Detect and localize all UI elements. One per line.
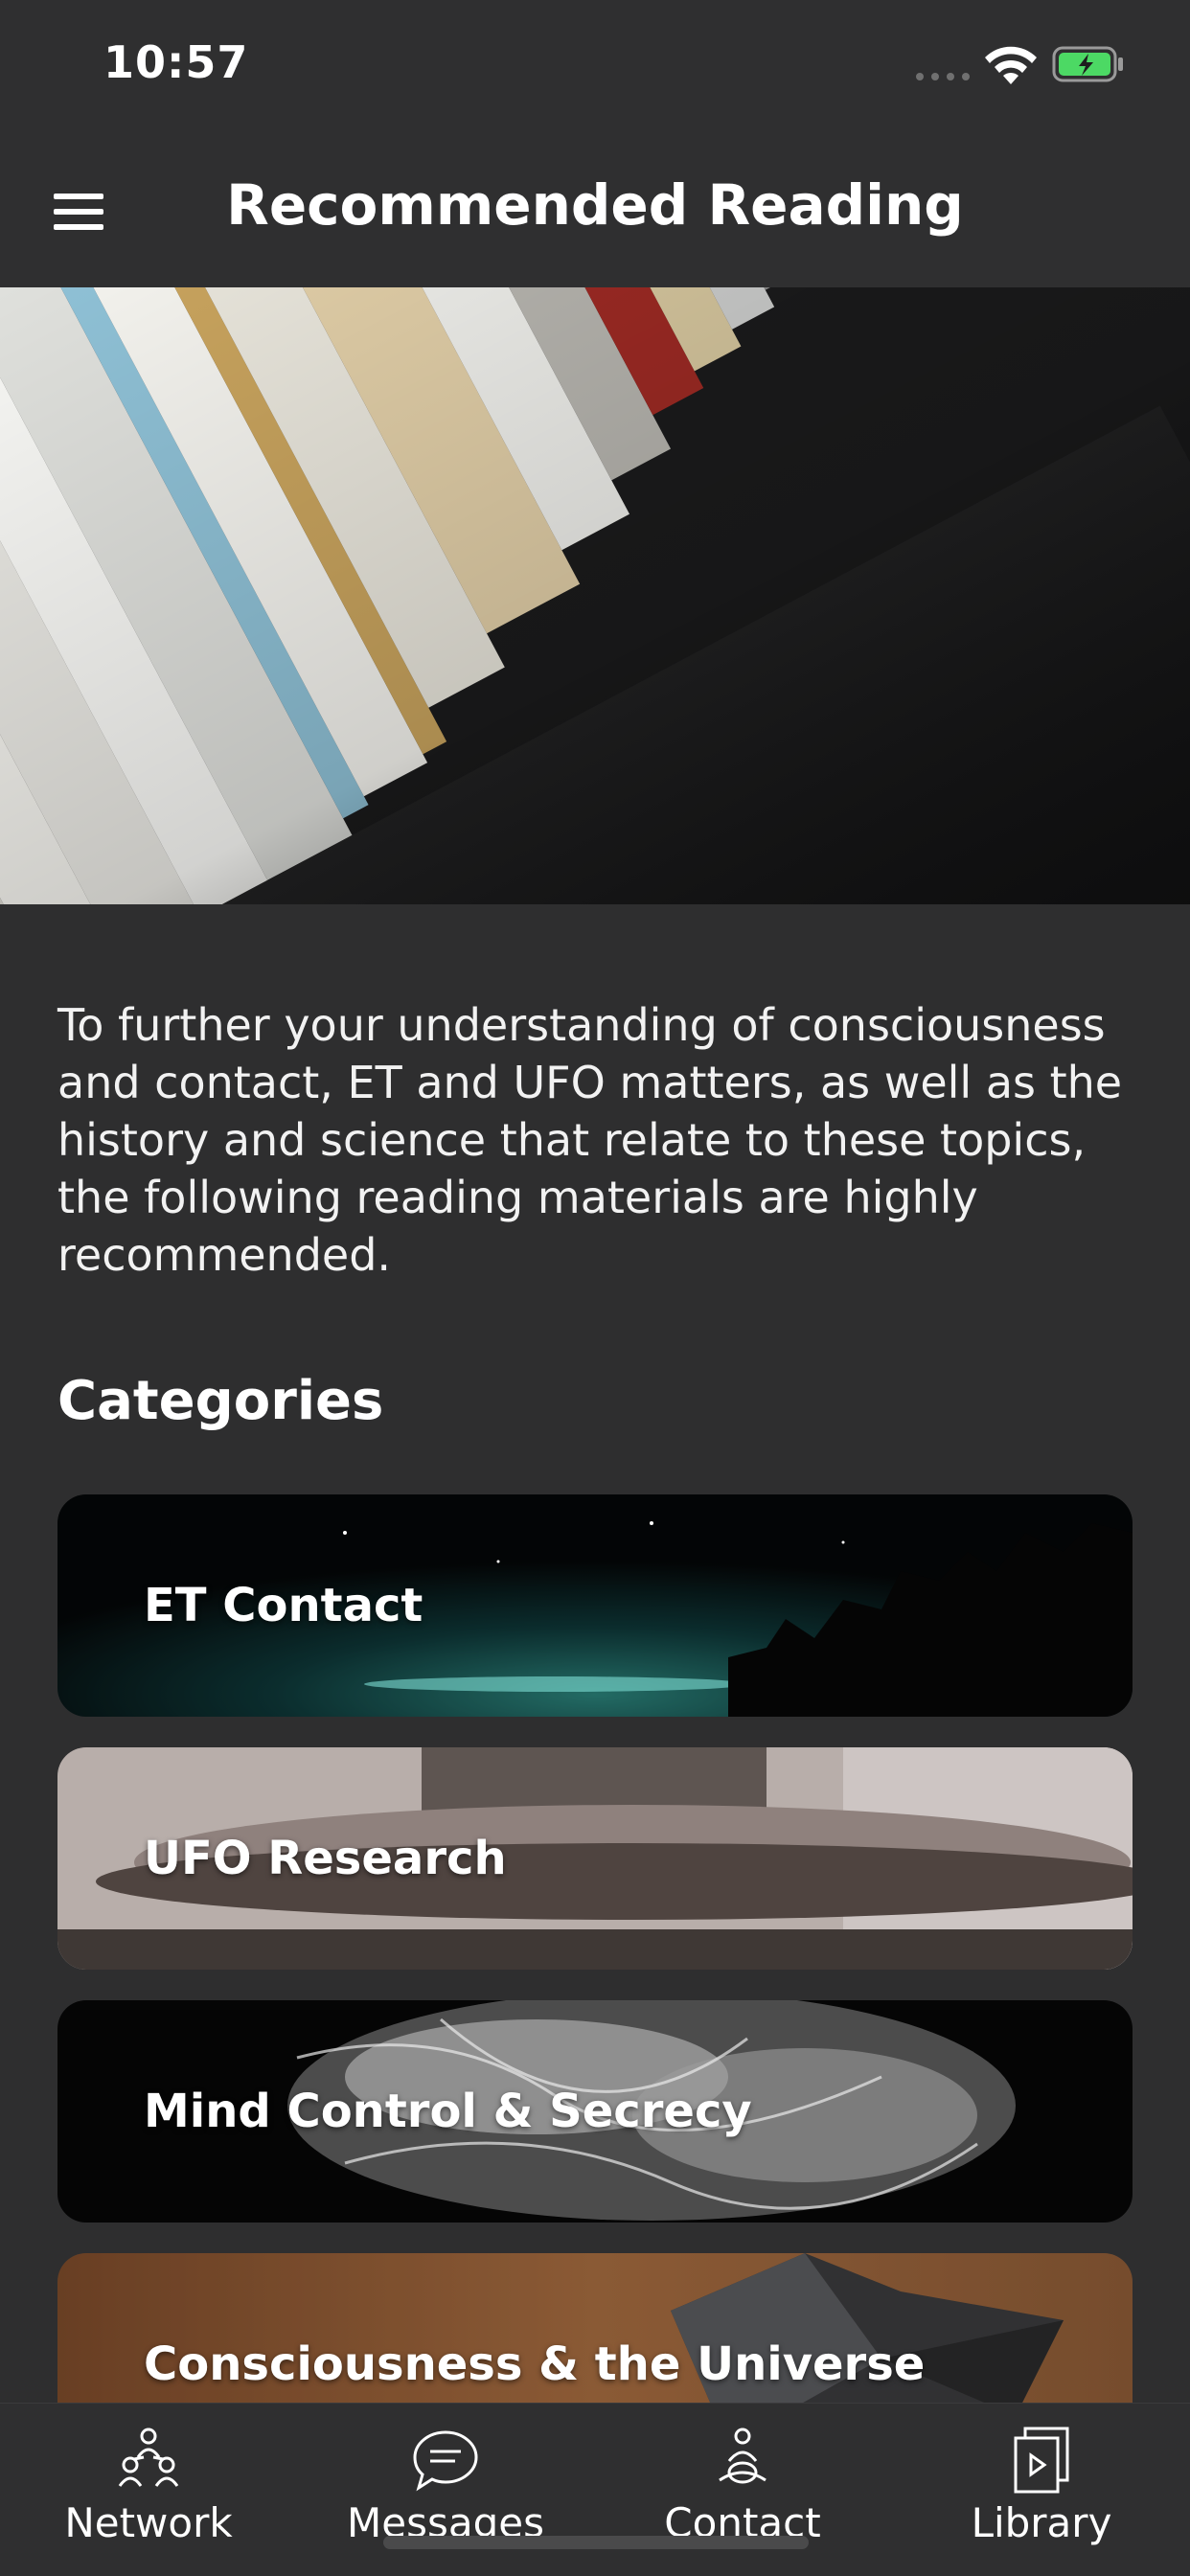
battery-charging-icon — [1052, 46, 1123, 82]
category-label: ET Contact — [144, 1579, 423, 1632]
category-card-et-contact[interactable]: ET Contact — [57, 1494, 1133, 1717]
cellular-signal-icon — [916, 73, 972, 80]
tab-label: Network — [64, 2499, 233, 2546]
intro-paragraph: To further your understanding of conscio… — [57, 999, 1123, 1281]
library-icon — [1014, 2427, 1069, 2494]
contact-icon — [719, 2428, 767, 2484]
navigation-bar: Recommended Reading — [0, 134, 1190, 287]
status-bar: 10:57 — [0, 0, 1190, 134]
tab-library[interactable]: Library — [893, 2404, 1190, 2576]
hero-books-image — [0, 287, 1190, 904]
status-time: 10:57 — [103, 36, 249, 88]
page-title: Recommended Reading — [226, 172, 964, 238]
tab-messages[interactable]: Messages — [297, 2404, 594, 2576]
wifi-icon — [985, 46, 1037, 84]
category-label: Mind Control & Secrecy — [144, 2085, 752, 2138]
tab-contact[interactable]: Contact — [594, 2404, 891, 2576]
category-label: UFO Research — [144, 1832, 507, 1885]
tab-label: Library — [971, 2499, 1112, 2546]
category-card-ufo-research[interactable]: UFO Research — [57, 1747, 1133, 1970]
messages-icon — [413, 2430, 478, 2492]
category-card-mind-control-secrecy[interactable]: Mind Control & Secrecy — [57, 2000, 1133, 2223]
tab-network[interactable]: Network — [0, 2404, 297, 2576]
home-indicator — [383, 2536, 809, 2549]
tab-bar: Network Messages Contact Library — [0, 2403, 1190, 2576]
network-icon — [118, 2428, 179, 2487]
category-label: Consciousness & the Universe — [144, 2337, 926, 2391]
categories-heading: Categories — [57, 1370, 384, 1432]
